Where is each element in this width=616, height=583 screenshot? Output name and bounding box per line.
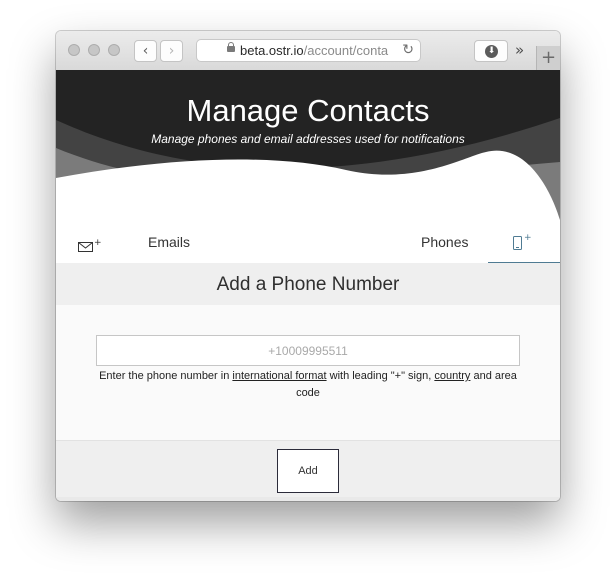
- international-format-link[interactable]: international format: [232, 370, 326, 382]
- url-text: beta.ostr.io/account/conta: [240, 43, 392, 59]
- phone-add-icon[interactable]: +: [511, 233, 535, 253]
- downloads-button[interactable]: ⬇: [474, 40, 508, 62]
- address-bar[interactable]: beta.ostr.io/account/conta ↻: [196, 39, 421, 62]
- reload-icon[interactable]: ↻: [402, 41, 414, 60]
- page-title: Manage Contacts: [186, 93, 430, 128]
- page-subtitle: Manage phones and email addresses used f…: [151, 132, 465, 146]
- phone-number-input[interactable]: [96, 335, 520, 366]
- phone-add-plus: +: [524, 233, 532, 243]
- tab-emails[interactable]: Emails: [148, 234, 190, 250]
- window-bottom-edge: [56, 497, 560, 501]
- new-tab-button[interactable]: +: [536, 46, 560, 70]
- contact-tabs: Emails Phones: [56, 220, 560, 263]
- zoom-window-button[interactable]: [108, 44, 120, 56]
- phone-help-text: Enter the phone number in international …: [92, 368, 524, 402]
- add-phone-button[interactable]: Add: [277, 449, 339, 493]
- page-header: Manage Contacts Manage phones and email …: [56, 70, 560, 220]
- overflow-chevron-icon[interactable]: »: [515, 41, 524, 59]
- form-actions: Add: [56, 440, 560, 501]
- email-add-icon[interactable]: +: [78, 238, 102, 254]
- url-host: beta.ostr.io: [240, 43, 304, 58]
- browser-toolbar: ‹ › beta.ostr.io/account/conta ↻ ⬇ » +: [56, 31, 560, 71]
- lock-icon: [227, 42, 235, 52]
- browser-window: ‹ › beta.ostr.io/account/conta ↻ ⬇ » + M…: [56, 31, 560, 501]
- help-text-start: Enter the phone number in: [99, 370, 233, 382]
- forward-button[interactable]: ›: [160, 40, 183, 62]
- download-icon: ⬇: [485, 45, 498, 58]
- section-title: Add a Phone Number: [56, 263, 560, 305]
- url-path: /account/conta: [303, 43, 389, 58]
- tab-phones[interactable]: Phones: [421, 234, 468, 250]
- add-phone-form: Enter the phone number in international …: [56, 305, 560, 440]
- help-text-middle: with leading "+" sign,: [326, 370, 435, 382]
- close-window-button[interactable]: [68, 44, 80, 56]
- minimize-window-button[interactable]: [88, 44, 100, 56]
- country-link[interactable]: country: [434, 370, 470, 382]
- email-add-plus: +: [94, 238, 102, 248]
- back-button[interactable]: ‹: [134, 40, 157, 62]
